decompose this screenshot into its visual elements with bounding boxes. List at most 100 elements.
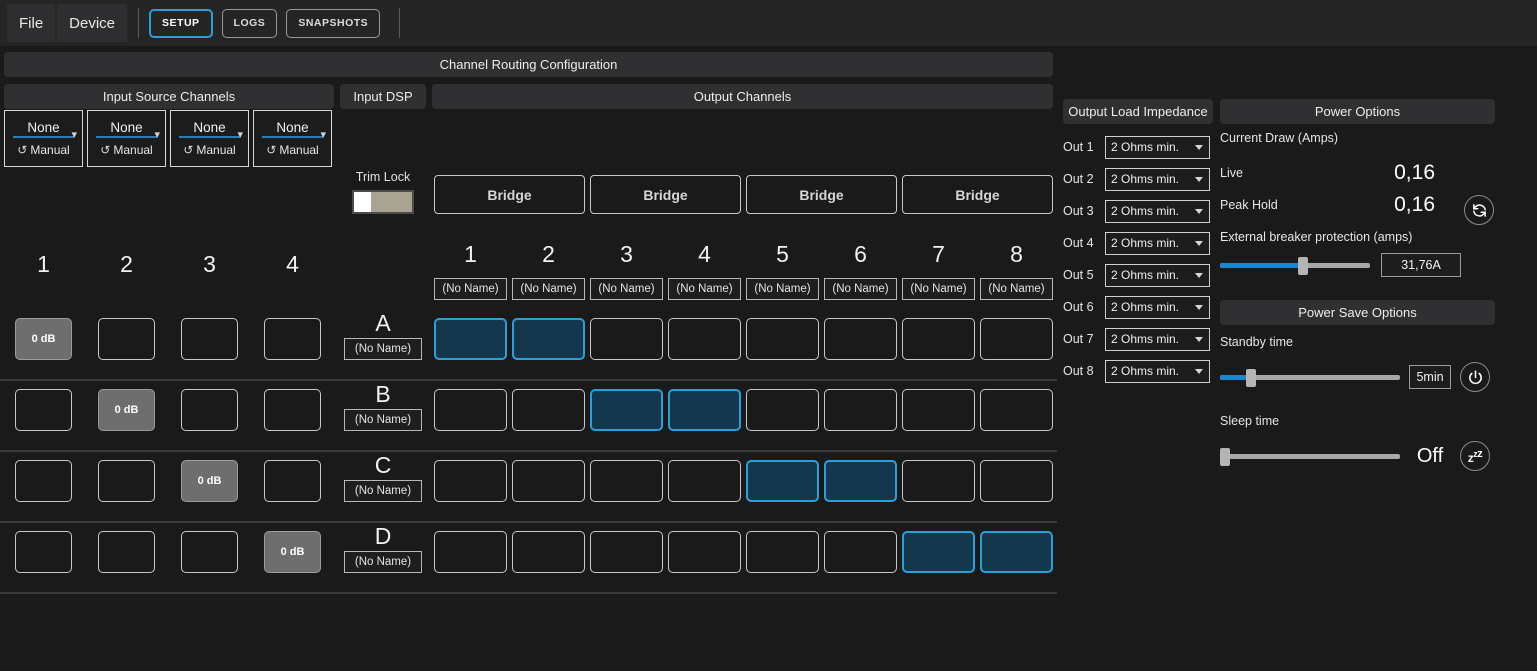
input-cell-c2[interactable] [98, 460, 155, 502]
output-cell-c8[interactable] [980, 460, 1053, 502]
breaker-slider[interactable] [1220, 258, 1370, 272]
menu-device[interactable]: Device [57, 4, 127, 42]
output-cell-a7[interactable] [902, 318, 975, 360]
output-cell-c5[interactable] [746, 460, 819, 502]
output-cell-a5[interactable] [746, 318, 819, 360]
output-name-field-5[interactable]: (No Name) [746, 278, 819, 300]
standby-slider[interactable] [1220, 370, 1400, 384]
output-name-field-1[interactable]: (No Name) [434, 278, 507, 300]
input-cell-c1[interactable] [15, 460, 72, 502]
input-source-3[interactable]: None ↺ Manual ▾ [170, 110, 249, 167]
standby-value-field[interactable]: 5min [1409, 365, 1451, 389]
output-cell-c3[interactable] [590, 460, 663, 502]
output-cell-b7[interactable] [902, 389, 975, 431]
output-cell-c4[interactable] [668, 460, 741, 502]
impedance-select-8[interactable]: 2 Ohms min. [1105, 360, 1210, 383]
output-cell-d8[interactable] [980, 531, 1053, 573]
input-cell-a1[interactable]: 0 dB [15, 318, 72, 360]
impedance-select-6[interactable]: 2 Ohms min. [1105, 296, 1210, 319]
trim-lock-toggle[interactable] [352, 190, 414, 214]
output-cell-b2[interactable] [512, 389, 585, 431]
output-cell-d6[interactable] [824, 531, 897, 573]
impedance-select-2[interactable]: 2 Ohms min. [1105, 168, 1210, 191]
output-cell-b1[interactable] [434, 389, 507, 431]
output-cell-d5[interactable] [746, 531, 819, 573]
output-cells-d [434, 531, 1053, 573]
output-cell-d2[interactable] [512, 531, 585, 573]
impedance-select-7[interactable]: 2 Ohms min. [1105, 328, 1210, 351]
output-cell-b6[interactable] [824, 389, 897, 431]
input-cell-b2[interactable]: 0 dB [98, 389, 155, 431]
impedance-select-5[interactable]: 2 Ohms min. [1105, 264, 1210, 287]
input-cell-a2[interactable] [98, 318, 155, 360]
output-cell-a6[interactable] [824, 318, 897, 360]
sleep-icon[interactable]: zzz [1460, 441, 1490, 471]
impedance-value-4: 2 Ohms min. [1111, 236, 1179, 250]
sleep-slider[interactable] [1220, 449, 1400, 463]
output-cell-b5[interactable] [746, 389, 819, 431]
input-source-4[interactable]: None ↺ Manual ▾ [253, 110, 332, 167]
input-cell-b3[interactable] [181, 389, 238, 431]
breaker-value-field[interactable]: 31,76A [1381, 253, 1461, 277]
menu-file[interactable]: File [7, 4, 55, 42]
output-name-field-2[interactable]: (No Name) [512, 278, 585, 300]
output-cell-c1[interactable] [434, 460, 507, 502]
input-cell-b1[interactable] [15, 389, 72, 431]
output-cell-b3[interactable] [590, 389, 663, 431]
output-cell-c2[interactable] [512, 460, 585, 502]
output-cell-a1[interactable] [434, 318, 507, 360]
sleep-slider-thumb[interactable] [1220, 448, 1230, 466]
tab-logs[interactable]: LOGS [222, 9, 278, 38]
output-cell-a4[interactable] [668, 318, 741, 360]
impedance-value-5: 2 Ohms min. [1111, 268, 1179, 282]
output-cell-d1[interactable] [434, 531, 507, 573]
input-source-2[interactable]: None ↺ Manual ▾ [87, 110, 166, 167]
impedance-select-4[interactable]: 2 Ohms min. [1105, 232, 1210, 255]
row-name-field-d[interactable]: (No Name) [344, 551, 422, 573]
breaker-slider-thumb[interactable] [1298, 257, 1308, 275]
output-name-field-6[interactable]: (No Name) [824, 278, 897, 300]
impedance-select-3[interactable]: 2 Ohms min. [1105, 200, 1210, 223]
output-cell-b4[interactable] [668, 389, 741, 431]
row-name-field-c[interactable]: (No Name) [344, 480, 422, 502]
output-cell-d7[interactable] [902, 531, 975, 573]
refresh-icon[interactable] [1464, 195, 1494, 225]
bridge-button-3[interactable]: Bridge [746, 175, 897, 214]
output-cell-d4[interactable] [668, 531, 741, 573]
input-cell-d2[interactable] [98, 531, 155, 573]
output-name-field-4[interactable]: (No Name) [668, 278, 741, 300]
tab-snapshots[interactable]: SNAPSHOTS [286, 9, 380, 38]
impedance-select-1[interactable]: 2 Ohms min. [1105, 136, 1210, 159]
standby-slider-thumb[interactable] [1246, 369, 1256, 387]
output-cell-a8[interactable] [980, 318, 1053, 360]
input-cell-d4[interactable]: 0 dB [264, 531, 321, 573]
input-cell-b4[interactable] [264, 389, 321, 431]
bridge-button-1[interactable]: Bridge [434, 175, 585, 214]
output-name-field-3[interactable]: (No Name) [590, 278, 663, 300]
chevron-down-icon[interactable]: ▾ [71, 128, 77, 141]
chevron-down-icon[interactable]: ▾ [154, 128, 160, 141]
bridge-button-4[interactable]: Bridge [902, 175, 1053, 214]
output-name-field-8[interactable]: (No Name) [980, 278, 1053, 300]
input-cell-d3[interactable] [181, 531, 238, 573]
input-source-1[interactable]: None ↺ Manual ▾ [4, 110, 83, 167]
row-name-field-b[interactable]: (No Name) [344, 409, 422, 431]
output-cell-a2[interactable] [512, 318, 585, 360]
input-cell-a4[interactable] [264, 318, 321, 360]
output-name-field-7[interactable]: (No Name) [902, 278, 975, 300]
output-cell-b8[interactable] [980, 389, 1053, 431]
power-icon[interactable] [1460, 362, 1490, 392]
input-cell-c4[interactable] [264, 460, 321, 502]
input-cell-a3[interactable] [181, 318, 238, 360]
row-name-field-a[interactable]: (No Name) [344, 338, 422, 360]
output-cell-c6[interactable] [824, 460, 897, 502]
chevron-down-icon[interactable]: ▾ [320, 128, 326, 141]
tab-setup[interactable]: SETUP [149, 9, 213, 38]
bridge-button-2[interactable]: Bridge [590, 175, 741, 214]
output-cell-c7[interactable] [902, 460, 975, 502]
output-cell-d3[interactable] [590, 531, 663, 573]
input-cell-c3[interactable]: 0 dB [181, 460, 238, 502]
chevron-down-icon[interactable]: ▾ [237, 128, 243, 141]
input-cell-d1[interactable] [15, 531, 72, 573]
output-cell-a3[interactable] [590, 318, 663, 360]
